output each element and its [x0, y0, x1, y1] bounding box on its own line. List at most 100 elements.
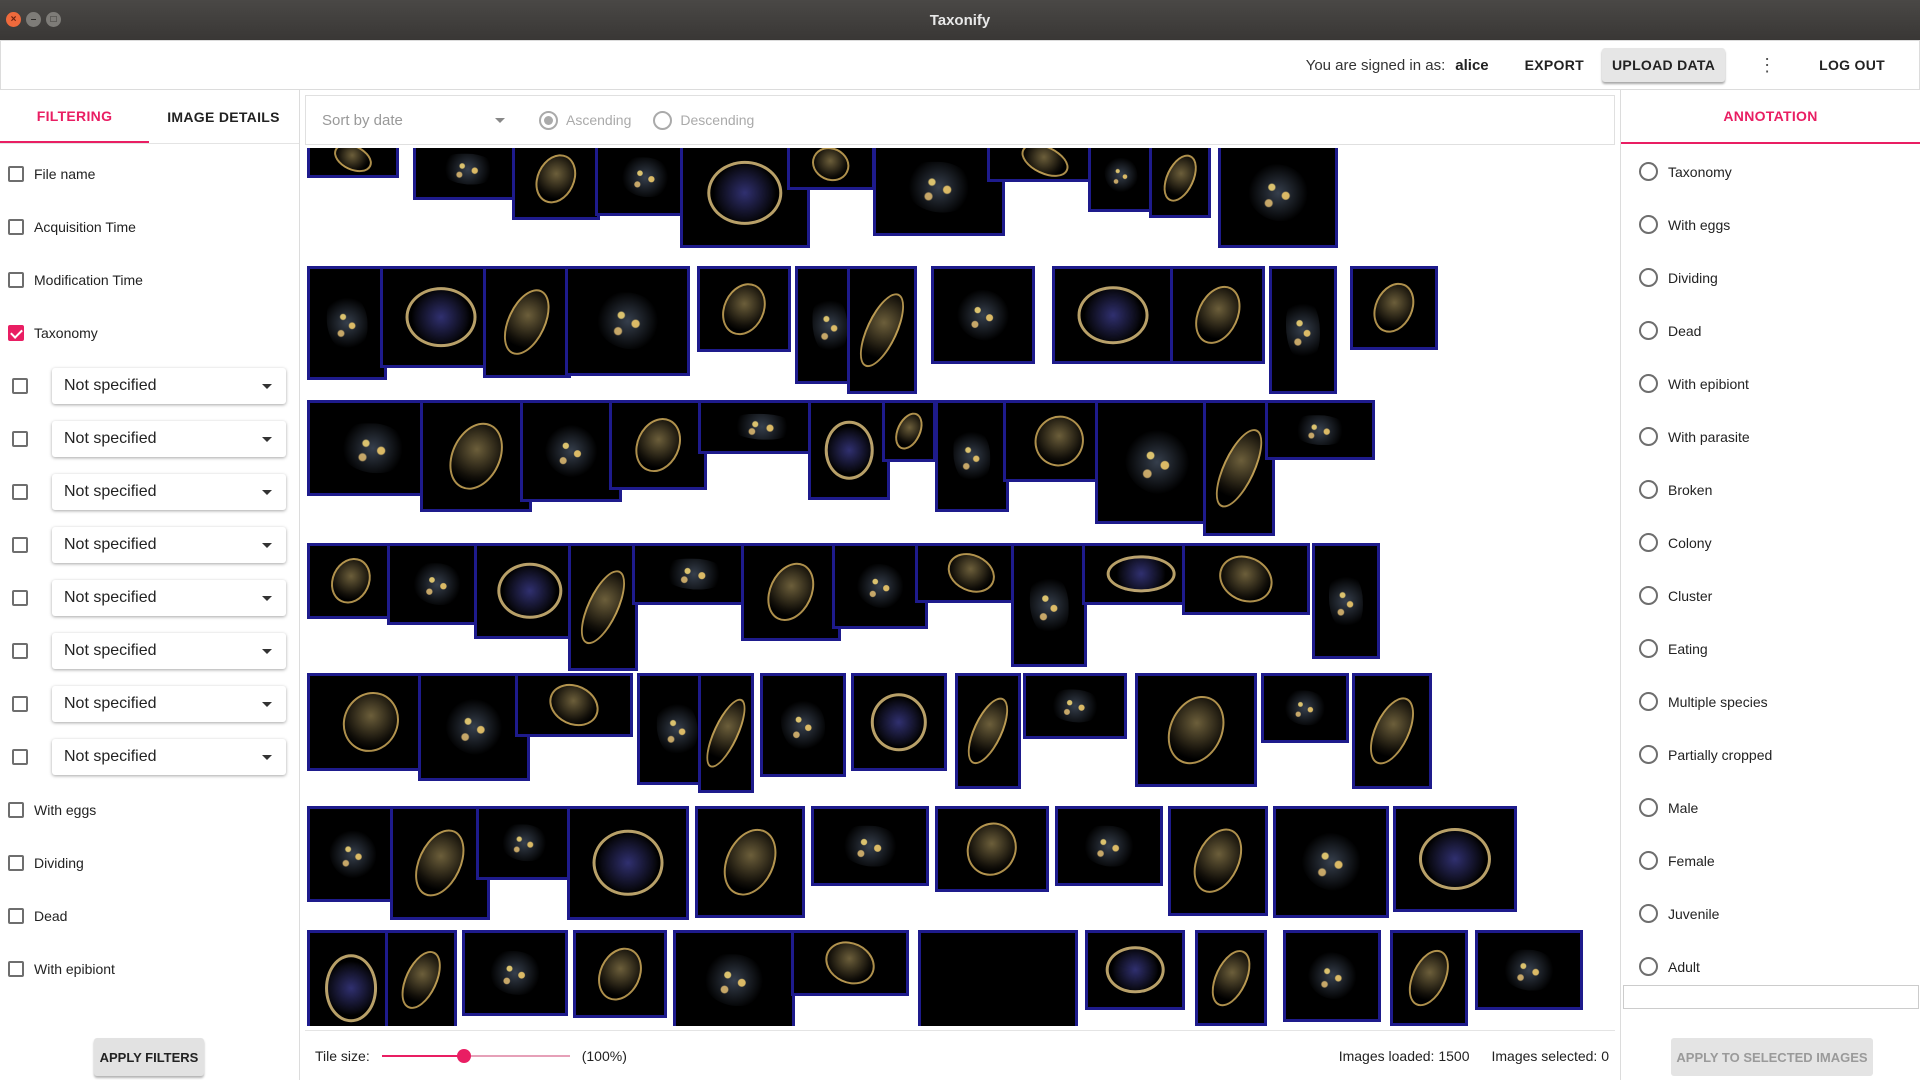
- image-tile[interactable]: [307, 806, 399, 902]
- radio-icon[interactable]: [1639, 957, 1658, 976]
- image-tile[interactable]: [565, 266, 690, 376]
- taxonomy-level-select[interactable]: Not specified: [52, 474, 286, 510]
- image-tile[interactable]: [1052, 266, 1174, 364]
- image-tile[interactable]: [847, 266, 917, 394]
- annotation-option-colony[interactable]: Colony: [1639, 533, 1712, 552]
- checkbox-icon[interactable]: [12, 749, 28, 765]
- image-tile[interactable]: [1095, 400, 1219, 524]
- radio-icon[interactable]: [1639, 215, 1658, 234]
- image-tile[interactable]: [882, 400, 936, 462]
- filter-acquisition-time[interactable]: Acquisition Time: [8, 219, 136, 235]
- checkbox-icon[interactable]: [12, 643, 28, 659]
- annotation-option-broken[interactable]: Broken: [1639, 480, 1712, 499]
- sort-select[interactable]: Sort by date: [322, 112, 517, 129]
- taxonomy-level-select[interactable]: Not specified: [52, 527, 286, 563]
- filter-with-eggs[interactable]: With eggs: [8, 802, 96, 818]
- annotation-option-taxonomy[interactable]: Taxonomy: [1639, 162, 1732, 181]
- image-tile[interactable]: [307, 266, 387, 380]
- annotation-option-dead[interactable]: Dead: [1639, 321, 1701, 340]
- radio-icon[interactable]: [1639, 798, 1658, 817]
- image-tile[interactable]: [609, 400, 707, 490]
- checkbox-icon[interactable]: [12, 590, 28, 606]
- image-tile[interactable]: [808, 400, 890, 500]
- image-tile[interactable]: [307, 543, 395, 619]
- image-tile[interactable]: [385, 930, 457, 1026]
- image-tile[interactable]: [515, 673, 633, 737]
- checkbox-icon[interactable]: [8, 219, 24, 235]
- image-tile[interactable]: [695, 806, 805, 918]
- image-tile[interactable]: [1283, 930, 1381, 1022]
- image-tile[interactable]: [307, 148, 399, 178]
- image-tile[interactable]: [987, 148, 1102, 182]
- image-tile[interactable]: [955, 673, 1021, 789]
- annotation-option-male[interactable]: Male: [1639, 798, 1698, 817]
- image-tile[interactable]: [1182, 543, 1310, 615]
- filter-dead[interactable]: Dead: [8, 908, 67, 924]
- image-tile[interactable]: [918, 930, 1078, 1026]
- checkbox-icon[interactable]: [8, 855, 24, 871]
- radio-icon[interactable]: [1639, 745, 1658, 764]
- image-tile[interactable]: [520, 400, 622, 502]
- image-tile[interactable]: [1168, 806, 1268, 916]
- image-tile[interactable]: [935, 806, 1049, 892]
- image-tile[interactable]: [632, 543, 756, 605]
- checkbox-icon[interactable]: [8, 802, 24, 818]
- annotation-option-cluster[interactable]: Cluster: [1639, 586, 1712, 605]
- image-tile[interactable]: [418, 673, 530, 781]
- checkbox-icon[interactable]: [8, 325, 24, 341]
- image-tile[interactable]: [1269, 266, 1337, 394]
- tab-filtering[interactable]: FILTERING: [0, 90, 149, 143]
- checkbox-icon[interactable]: [12, 431, 28, 447]
- annotation-option-juvenile[interactable]: Juvenile: [1639, 904, 1719, 923]
- image-tile[interactable]: [1393, 806, 1517, 912]
- image-tile[interactable]: [1390, 930, 1468, 1026]
- image-tile[interactable]: [851, 673, 947, 771]
- image-tile[interactable]: [741, 543, 841, 641]
- checkbox-icon[interactable]: [12, 696, 28, 712]
- image-tile[interactable]: [512, 148, 600, 220]
- image-tile[interactable]: [568, 543, 638, 671]
- checkbox-icon[interactable]: [8, 961, 24, 977]
- radio-icon[interactable]: [1639, 692, 1658, 711]
- image-tile[interactable]: [1135, 673, 1257, 787]
- image-tile[interactable]: [787, 148, 875, 190]
- taxonomy-level-select[interactable]: Not specified: [52, 580, 286, 616]
- image-tile[interactable]: [760, 673, 846, 777]
- image-tile[interactable]: [832, 543, 928, 629]
- image-tile[interactable]: [1088, 148, 1154, 212]
- annotation-option-with-eggs[interactable]: With eggs: [1639, 215, 1730, 234]
- annotation-option-with-epibiont[interactable]: With epibiont: [1639, 374, 1749, 393]
- image-tile[interactable]: [307, 673, 435, 771]
- close-window-button[interactable]: ×: [6, 12, 21, 27]
- apply-filters-button[interactable]: APPLY FILTERS: [94, 1038, 204, 1076]
- checkbox-icon[interactable]: [8, 908, 24, 924]
- radio-icon[interactable]: [1639, 321, 1658, 340]
- more-menu-icon[interactable]: ⋮: [1743, 55, 1791, 76]
- annotation-option-female[interactable]: Female: [1639, 851, 1715, 870]
- checkbox-icon[interactable]: [12, 484, 28, 500]
- apply-to-selected-button[interactable]: APPLY TO SELECTED IMAGES: [1671, 1038, 1873, 1076]
- filter-file-name[interactable]: File name: [8, 166, 95, 182]
- tab-annotation[interactable]: ANNOTATION: [1621, 90, 1920, 144]
- image-tile[interactable]: [413, 148, 523, 200]
- image-tile[interactable]: [1011, 543, 1087, 667]
- filter-with-epibiont[interactable]: With epibiont: [8, 961, 115, 977]
- image-tile[interactable]: [935, 400, 1009, 512]
- image-tile[interactable]: [573, 930, 667, 1018]
- image-tile[interactable]: [1149, 148, 1211, 218]
- image-tile[interactable]: [698, 400, 826, 454]
- sort-descending-radio[interactable]: Descending: [653, 110, 754, 130]
- image-tile[interactable]: [483, 266, 571, 378]
- tile-size-slider[interactable]: [381, 1048, 570, 1064]
- radio-icon[interactable]: [1639, 533, 1658, 552]
- radio-icon[interactable]: [1639, 851, 1658, 870]
- annotation-option-eating[interactable]: Eating: [1639, 639, 1708, 658]
- image-tile[interactable]: [791, 930, 909, 996]
- image-tile[interactable]: [1218, 148, 1338, 248]
- image-tile[interactable]: [1475, 930, 1583, 1010]
- radio-icon[interactable]: [1639, 639, 1658, 658]
- image-tile[interactable]: [1265, 400, 1375, 460]
- radio-icon[interactable]: [1639, 586, 1658, 605]
- image-tile[interactable]: [420, 400, 532, 512]
- taxonomy-level-select[interactable]: Not specified: [52, 368, 286, 404]
